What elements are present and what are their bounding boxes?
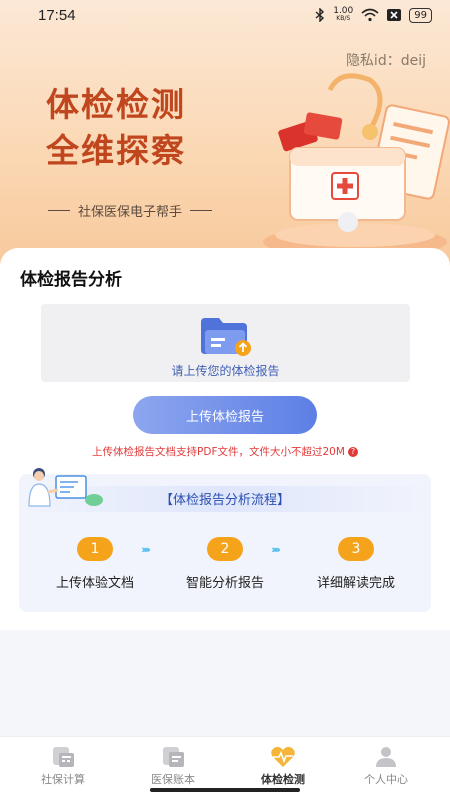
hero-subtitle: 社保医保电子帮手 xyxy=(48,201,213,220)
privacy-id: 隐私id：deij xyxy=(345,53,426,69)
tab-social-security-calc[interactable]: 社保计算 xyxy=(7,737,119,787)
status-time: 17:54 xyxy=(38,6,76,24)
section-title: 体检报告分析 xyxy=(20,270,122,290)
upload-note-text: 上传体检报告文档支持PDF文件，文件大小不超过20M xyxy=(92,446,345,458)
upload-report-button[interactable]: 上传体检报告 xyxy=(133,396,317,434)
medical-kit-illustration xyxy=(263,73,450,258)
chevrons-arrow-icon: ››››› xyxy=(141,543,151,556)
calculator-icon xyxy=(53,747,74,767)
tab-personal-center[interactable]: 个人中心 xyxy=(330,737,442,787)
flow-title: 【体检报告分析流程】 xyxy=(159,493,290,508)
step-3-label: 详细解读完成 xyxy=(316,576,395,591)
tab-label: 医保账本 xyxy=(151,773,195,786)
hero-banner: 17:54 1.00 KB/S 99 隐私id：deij 体检检测 全维探察 社… xyxy=(0,0,450,275)
step-3-badge: 3 xyxy=(338,537,374,561)
chevrons-arrow-icon: ››››› xyxy=(271,543,281,556)
folder-upload-icon xyxy=(201,318,251,356)
step-2-label: 智能分析报告 xyxy=(185,576,264,591)
tab-medical-ledger[interactable]: 医保账本 xyxy=(117,737,229,787)
divider xyxy=(190,210,213,211)
step-1-label: 上传体验文档 xyxy=(55,576,134,591)
heart-pulse-icon xyxy=(271,746,295,767)
bluetooth-icon xyxy=(315,8,325,22)
net-speed: 1.00 KB/S xyxy=(333,6,354,23)
upload-hint: 请上传您的体检报告 xyxy=(171,364,280,378)
status-icons: 1.00 KB/S 99 xyxy=(315,7,432,23)
upload-note: 上传体检报告文档支持PDF文件，文件大小不超过20M? xyxy=(0,444,450,459)
hero-title: 体检检测 全维探察 xyxy=(46,82,186,174)
tab-health-check[interactable]: 体检检测 xyxy=(227,737,339,787)
step-1-badge: 1 xyxy=(77,537,113,561)
sim-off-icon xyxy=(387,9,402,21)
hero-title-line1: 体检检测 xyxy=(46,85,186,124)
upload-dropzone[interactable]: 请上传您的体检报告 xyxy=(41,304,410,382)
tab-label: 个人中心 xyxy=(364,773,408,786)
battery-icon: 99 xyxy=(409,7,432,23)
divider xyxy=(48,210,70,211)
tab-label: 社保计算 xyxy=(41,773,85,786)
status-bar: 17:54 1.00 KB/S 99 xyxy=(0,0,450,30)
step-2-badge: 2 xyxy=(207,537,243,561)
hero-subtitle-text: 社保医保电子帮手 xyxy=(78,205,183,220)
ledger-icon xyxy=(163,747,184,767)
person-icon xyxy=(376,747,396,767)
tab-label: 体检检测 xyxy=(261,773,305,786)
home-indicator[interactable] xyxy=(150,788,300,792)
hero-title-line2: 全维探察 xyxy=(46,131,186,170)
help-icon[interactable]: ? xyxy=(347,447,358,457)
wifi-icon xyxy=(361,8,379,22)
